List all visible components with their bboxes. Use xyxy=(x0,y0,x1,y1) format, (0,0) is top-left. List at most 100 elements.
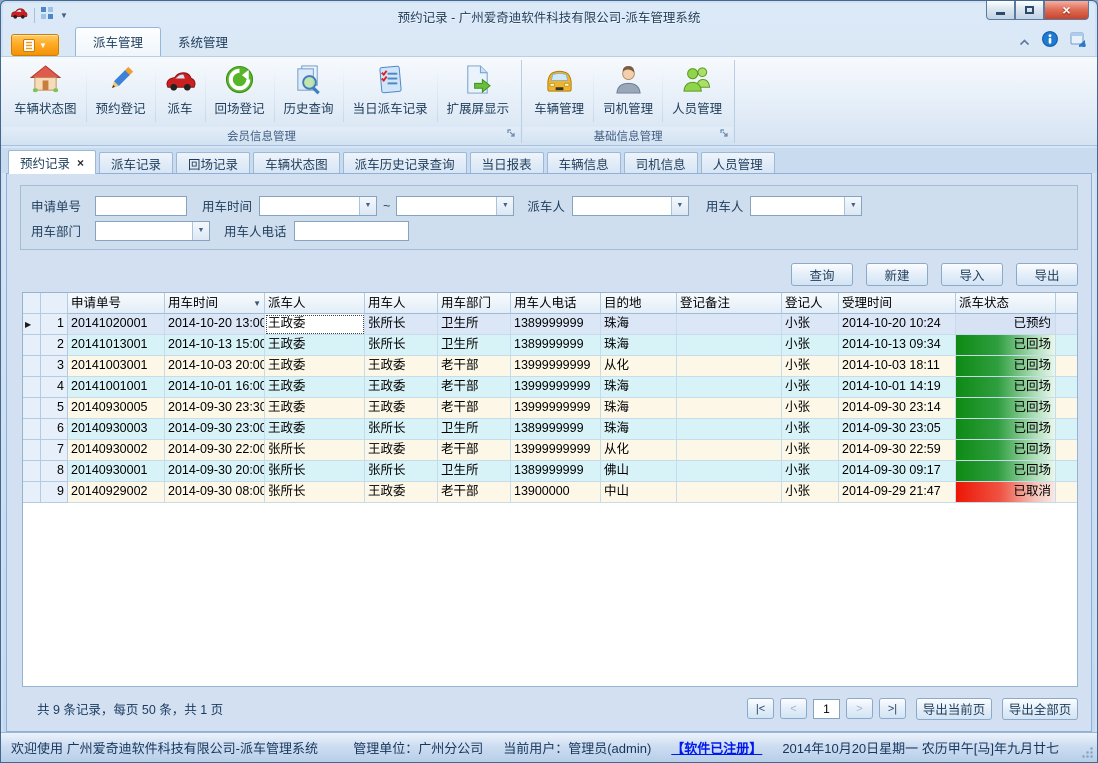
chevron-down-icon[interactable]: ▼ xyxy=(844,197,861,215)
table-cell[interactable]: 2014-10-01 14:19 xyxy=(839,377,956,398)
page-input[interactable] xyxy=(813,699,840,719)
row-indicator[interactable] xyxy=(23,356,41,377)
table-cell[interactable]: 张所长 xyxy=(365,419,438,440)
column-header[interactable]: 受理时间 xyxy=(839,293,956,314)
table-cell[interactable]: 小张 xyxy=(782,356,839,377)
table-cell[interactable]: 王政委 xyxy=(265,314,365,335)
row-indicator[interactable] xyxy=(23,482,41,503)
last-page-button[interactable]: >| xyxy=(879,698,906,719)
export-current-page-button[interactable]: 导出当前页 xyxy=(916,698,992,720)
prev-page-button[interactable]: < xyxy=(780,698,807,719)
chevron-down-icon[interactable]: ▼ xyxy=(359,197,376,215)
department-combo[interactable]: ▼ xyxy=(95,221,210,241)
export-all-pages-button[interactable]: 导出全部页 xyxy=(1002,698,1078,720)
minimize-button[interactable] xyxy=(986,1,1015,20)
today-dispatch-records-button[interactable]: 当日派车记录 xyxy=(345,60,436,127)
table-row[interactable]: 4201410010012014-10-01 16:00王政委王政委老干部139… xyxy=(23,377,1077,398)
table-cell[interactable]: 王政委 xyxy=(365,377,438,398)
column-header[interactable]: 登记人 xyxy=(782,293,839,314)
first-page-button[interactable]: |< xyxy=(747,698,774,719)
table-cell[interactable]: 1389999999 xyxy=(511,314,601,335)
vehicle-status-button[interactable]: 车辆状态图 xyxy=(6,60,85,127)
row-indicator[interactable] xyxy=(23,335,41,356)
table-cell[interactable]: 张所长 xyxy=(265,461,365,482)
table-cell[interactable]: 王政委 xyxy=(365,356,438,377)
table-cell[interactable]: 2014-09-30 23:00 xyxy=(165,419,265,440)
status-cell[interactable]: 已预约 xyxy=(956,314,1056,335)
doc-tab[interactable]: 人员管理 xyxy=(701,152,775,173)
doc-tab[interactable]: 派车记录 xyxy=(99,152,173,173)
dispatcher-combo[interactable]: ▼ xyxy=(572,196,689,216)
dialog-launcher-icon[interactable] xyxy=(507,129,516,141)
close-button[interactable]: × xyxy=(1044,1,1089,20)
row-indicator[interactable] xyxy=(23,419,41,440)
status-cell[interactable]: 已回场 xyxy=(956,356,1056,377)
table-cell[interactable]: 2014-09-30 23:30 xyxy=(165,398,265,419)
row-indicator[interactable] xyxy=(23,377,41,398)
doc-tab[interactable]: 车辆信息 xyxy=(547,152,621,173)
table-cell[interactable]: 小张 xyxy=(782,440,839,461)
doc-tab[interactable]: 车辆状态图 xyxy=(253,152,340,173)
row-number[interactable]: 8 xyxy=(41,461,68,482)
table-cell[interactable]: 小张 xyxy=(782,398,839,419)
table-cell[interactable]: 张所长 xyxy=(265,440,365,461)
table-cell[interactable]: 王政委 xyxy=(265,356,365,377)
table-cell[interactable]: 张所长 xyxy=(265,482,365,503)
table-cell[interactable]: 2014-10-03 20:00 xyxy=(165,356,265,377)
table-cell[interactable]: 珠海 xyxy=(601,419,677,440)
table-cell[interactable] xyxy=(677,398,782,419)
ribbon-tab-system[interactable]: 系统管理 xyxy=(161,28,245,56)
table-cell[interactable]: 2014-10-20 13:00 xyxy=(165,314,265,335)
row-number[interactable]: 5 xyxy=(41,398,68,419)
filter-arrow-icon[interactable]: ▼ xyxy=(253,294,261,313)
chevron-down-icon[interactable]: ▼ xyxy=(671,197,688,215)
maximize-button[interactable] xyxy=(1015,1,1044,20)
table-cell[interactable]: 老干部 xyxy=(438,356,511,377)
row-number[interactable]: 1 xyxy=(41,314,68,335)
column-header[interactable]: 派车人 xyxy=(265,293,365,314)
table-cell[interactable]: 20140930003 xyxy=(68,419,165,440)
column-header[interactable]: 申请单号 xyxy=(68,293,165,314)
ribbon-tab-dispatch[interactable]: 派车管理 xyxy=(75,27,161,56)
dialog-launcher-icon[interactable] xyxy=(720,129,729,141)
status-cell[interactable]: 已回场 xyxy=(956,419,1056,440)
use-time-to-combo[interactable]: ▼ xyxy=(396,196,514,216)
table-cell[interactable]: 2014-10-13 15:00 xyxy=(165,335,265,356)
table-cell[interactable]: 2014-10-03 18:11 xyxy=(839,356,956,377)
row-number[interactable]: 9 xyxy=(41,482,68,503)
dispatch-button[interactable]: 派车 xyxy=(157,60,204,127)
table-cell[interactable]: 1389999999 xyxy=(511,419,601,440)
table-cell[interactable] xyxy=(677,482,782,503)
table-cell[interactable]: 13900000 xyxy=(511,482,601,503)
table-cell[interactable]: 珠海 xyxy=(601,377,677,398)
table-cell[interactable]: 13999999999 xyxy=(511,398,601,419)
table-cell[interactable]: 2014-09-30 22:00 xyxy=(165,440,265,461)
table-cell[interactable]: 王政委 xyxy=(365,398,438,419)
help-window-icon[interactable] xyxy=(1070,32,1087,52)
table-cell[interactable]: 从化 xyxy=(601,356,677,377)
table-row[interactable]: 2201410130012014-10-13 15:00王政委张所长卫生所138… xyxy=(23,335,1077,356)
table-row[interactable]: 6201409300032014-09-30 23:00王政委张所长卫生所138… xyxy=(23,419,1077,440)
table-row[interactable]: ▶1201410200012014-10-20 13:00王政委张所长卫生所13… xyxy=(23,314,1077,335)
table-cell[interactable]: 20141013001 xyxy=(68,335,165,356)
table-cell[interactable]: 从化 xyxy=(601,440,677,461)
table-cell[interactable]: 2014-09-30 23:14 xyxy=(839,398,956,419)
table-cell[interactable] xyxy=(677,461,782,482)
table-cell[interactable]: 老干部 xyxy=(438,398,511,419)
row-indicator[interactable]: ▶ xyxy=(23,314,41,335)
table-cell[interactable]: 20141001001 xyxy=(68,377,165,398)
table-cell[interactable]: 小张 xyxy=(782,314,839,335)
table-cell[interactable]: 2014-09-30 22:59 xyxy=(839,440,956,461)
row-indicator[interactable] xyxy=(23,440,41,461)
status-cell[interactable]: 已回场 xyxy=(956,335,1056,356)
personnel-manage-button[interactable]: 人员管理 xyxy=(664,60,730,127)
table-cell[interactable]: 13999999999 xyxy=(511,377,601,398)
table-cell[interactable]: 老干部 xyxy=(438,440,511,461)
application-menu-button[interactable]: ▼ xyxy=(11,34,59,56)
table-cell[interactable]: 2014-10-13 09:34 xyxy=(839,335,956,356)
table-cell[interactable]: 13999999999 xyxy=(511,440,601,461)
table-cell[interactable]: 20140930002 xyxy=(68,440,165,461)
request-no-input[interactable] xyxy=(95,196,187,216)
table-cell[interactable]: 张所长 xyxy=(365,335,438,356)
table-row[interactable]: 5201409300052014-09-30 23:30王政委王政委老干部139… xyxy=(23,398,1077,419)
